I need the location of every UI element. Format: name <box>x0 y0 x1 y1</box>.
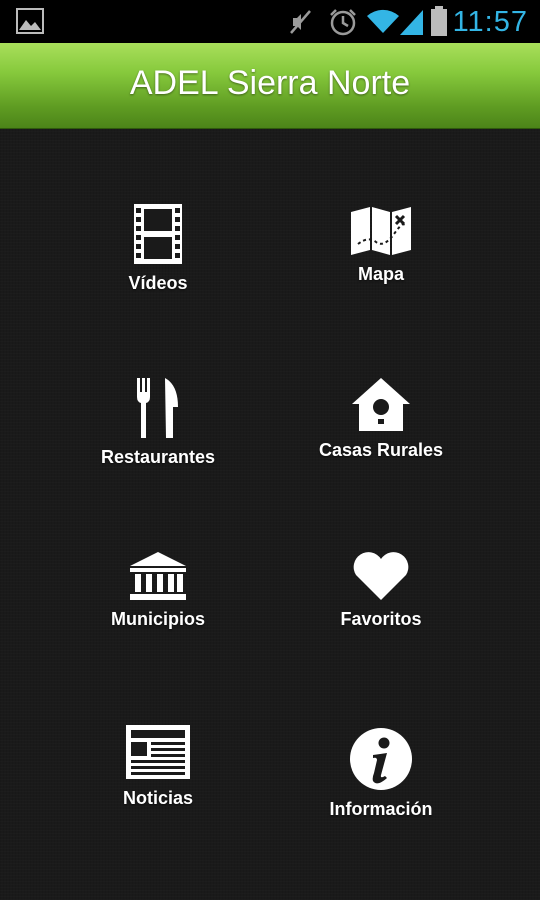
menu-item-favoritos[interactable]: Favoritos <box>281 551 481 630</box>
menu-item-label: Restaurantes <box>100 447 216 467</box>
menu-item-informacion[interactable]: Información <box>281 727 481 820</box>
status-clock: 11:57 <box>452 6 528 38</box>
menu-item-label: Noticias <box>122 788 194 808</box>
heart-icon <box>353 552 409 600</box>
info-icon <box>350 728 412 790</box>
menu-item-label: Mapa <box>357 264 404 284</box>
menu-item-restaurantes[interactable]: Restaurantes <box>58 377 258 468</box>
menu-item-videos[interactable]: Vídeos <box>58 203 258 294</box>
app-screen: 11:57 ADEL Sierra Norte Vídeos Mapa Rest… <box>0 0 540 900</box>
mute-icon <box>290 10 311 34</box>
film-icon <box>134 204 182 264</box>
status-bar: 11:57 <box>0 0 540 43</box>
menu-item-mapa[interactable]: Mapa <box>281 206 481 285</box>
birdhouse-icon <box>352 378 410 431</box>
map-icon <box>351 207 411 255</box>
battery-icon <box>431 6 447 36</box>
menu-item-casas-rurales[interactable]: Casas Rurales <box>281 377 481 461</box>
newspaper-icon <box>126 725 190 779</box>
menu-item-label: Información <box>329 799 433 819</box>
signal-icon <box>400 10 423 35</box>
menu-item-municipios[interactable]: Municipios <box>58 551 258 630</box>
menu-item-label: Vídeos <box>128 273 188 293</box>
building-icon <box>130 552 186 600</box>
alarm-icon <box>330 9 356 36</box>
menu-item-label: Favoritos <box>340 609 422 629</box>
wifi-icon <box>367 9 399 33</box>
app-header: ADEL Sierra Norte <box>0 43 540 129</box>
gallery-icon <box>16 8 44 34</box>
menu-item-label: Casas Rurales <box>318 440 444 460</box>
menu-item-noticias[interactable]: Noticias <box>58 724 258 809</box>
page-title: ADEL Sierra Norte <box>129 64 411 102</box>
menu-item-label: Municipios <box>111 609 205 629</box>
fork-knife-icon <box>137 378 178 438</box>
